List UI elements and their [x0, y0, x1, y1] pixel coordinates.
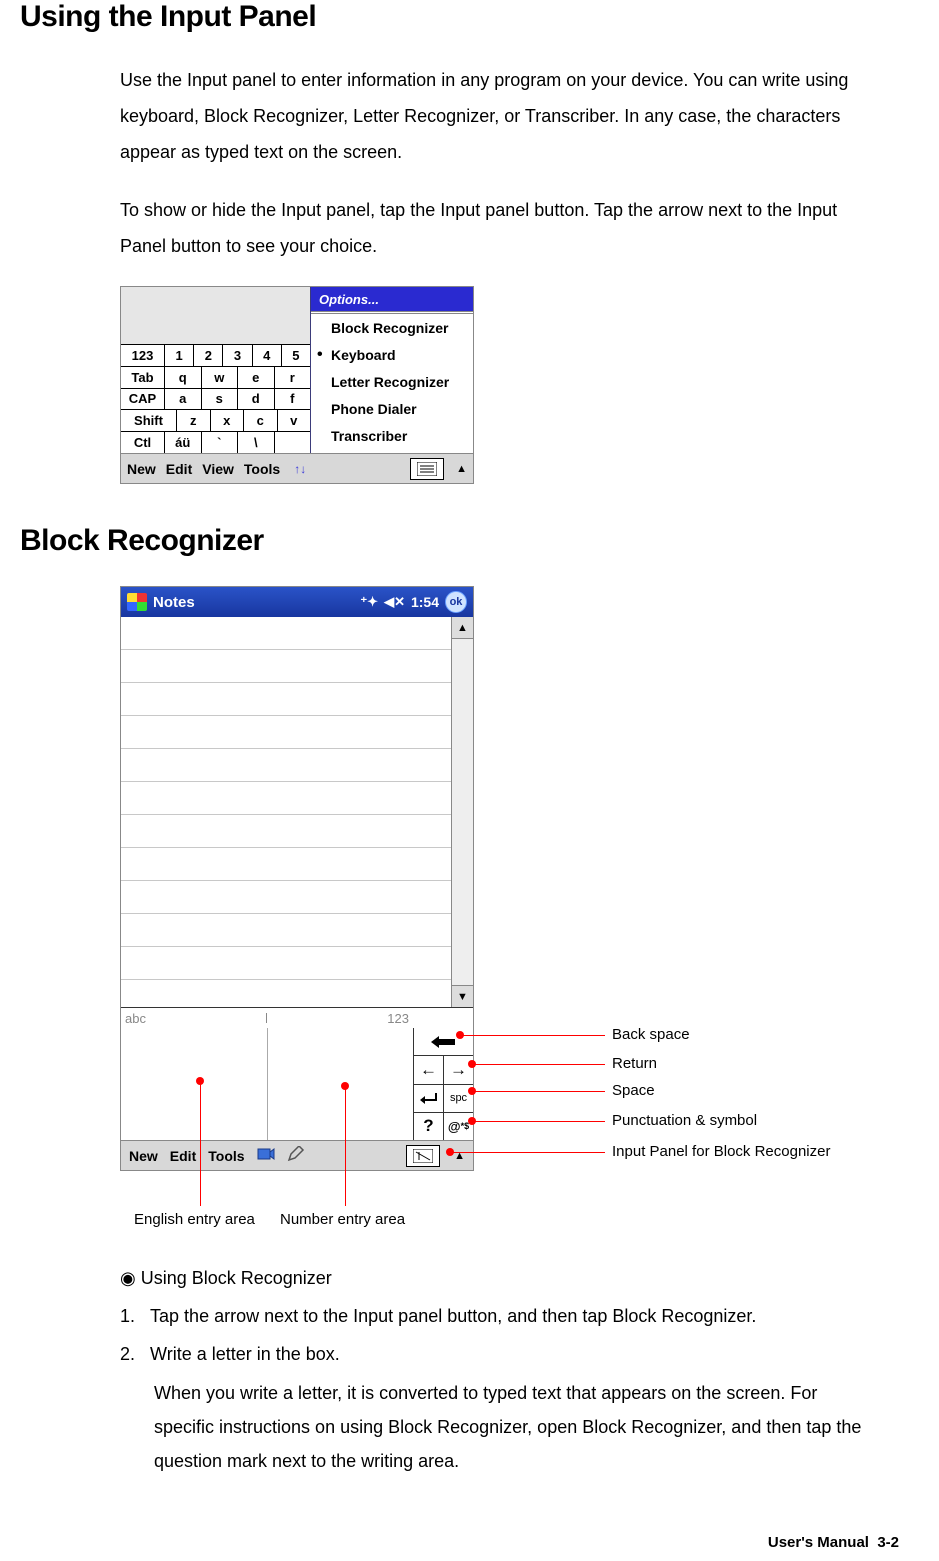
- kb-key-5[interactable]: 5: [282, 345, 310, 366]
- onscreen-keyboard[interactable]: 123 1 2 3 4 5 Tab q w e r: [121, 287, 311, 453]
- kb-key-4[interactable]: 4: [253, 345, 282, 366]
- kb-key-r[interactable]: r: [275, 367, 311, 388]
- kb-key-2[interactable]: 2: [194, 345, 223, 366]
- scroll-down-icon[interactable]: ▼: [452, 985, 473, 1007]
- usage-step-2-body: When you write a letter, it is converted…: [154, 1376, 879, 1479]
- kb-key-v[interactable]: v: [278, 410, 311, 431]
- abc-label: abc: [125, 1011, 146, 1026]
- callout-line: [460, 1035, 605, 1036]
- menu-options[interactable]: Options...: [311, 287, 473, 311]
- kb-key-ctl[interactable]: Ctl: [121, 432, 165, 453]
- screenshot-notes-block-recognizer: Notes ⁺✦ ◀✕ 1:54 ok ▲ ▼ abc 123: [120, 586, 474, 1171]
- page-footer: User's Manual 3-2: [0, 1508, 939, 1561]
- paragraph-show-hide: To show or hide the Input panel, tap the…: [120, 192, 879, 264]
- callout-punctuation: Punctuation & symbol: [612, 1112, 757, 1129]
- kb-key-shift[interactable]: Shift: [121, 410, 177, 431]
- kb-key-z[interactable]: z: [177, 410, 211, 431]
- callout-line: [200, 1081, 201, 1206]
- kb-key-tab[interactable]: Tab: [121, 367, 165, 388]
- scrollbar[interactable]: ▲ ▼: [451, 617, 473, 1007]
- kb-key-x[interactable]: x: [211, 410, 245, 431]
- toolbar-edit[interactable]: Edit: [170, 1148, 196, 1164]
- callout-line: [345, 1086, 346, 1206]
- callout-number-area: Number entry area: [280, 1211, 405, 1228]
- menu-item-keyboard[interactable]: Keyboard: [311, 341, 473, 368]
- screenshot-options-menu: 123 1 2 3 4 5 Tab q w e r: [120, 286, 474, 484]
- kb-key-s[interactable]: s: [202, 389, 239, 410]
- pen-icon[interactable]: [287, 1146, 305, 1165]
- kb-key-3[interactable]: 3: [223, 345, 252, 366]
- input-panel-button[interactable]: [406, 1145, 440, 1167]
- toolbar-tools[interactable]: Tools: [244, 461, 280, 477]
- menu-item-phone-dialer[interactable]: Phone Dialer: [311, 395, 473, 422]
- input-method-menu: Options... Block Recognizer Keyboard Let…: [311, 287, 473, 453]
- bottom-toolbar-notes: New Edit Tools ▲: [121, 1140, 473, 1170]
- menu-item-transcriber[interactable]: Transcriber: [311, 422, 473, 449]
- input-panel-button[interactable]: [410, 458, 444, 480]
- toolbar-edit[interactable]: Edit: [166, 461, 192, 477]
- note-writing-area[interactable]: [121, 617, 451, 1007]
- speaker-icon[interactable]: ◀✕: [384, 594, 405, 610]
- kb-key-empty[interactable]: [275, 432, 311, 453]
- callout-return: Return: [612, 1055, 657, 1072]
- usage-step-2: 2. Write a letter in the box.: [120, 1337, 879, 1371]
- callout-line: [472, 1091, 605, 1092]
- callout-line: [472, 1121, 605, 1122]
- input-panel-arrow[interactable]: ▲: [456, 463, 467, 475]
- usage-bullet: ◉ Using Block Recognizer: [120, 1261, 879, 1295]
- start-icon[interactable]: [127, 593, 147, 611]
- kb-key-q[interactable]: q: [165, 367, 202, 388]
- scroll-up-icon[interactable]: ▲: [452, 617, 473, 639]
- sync-icon[interactable]: ↑↓: [294, 462, 306, 476]
- heading-using-input-panel: Using the Input Panel: [20, 0, 899, 34]
- kb-key-d[interactable]: d: [238, 389, 275, 410]
- callout-space: Space: [612, 1082, 655, 1099]
- kb-key-backslash[interactable]: \: [238, 432, 275, 453]
- backspace-button[interactable]: [414, 1028, 473, 1055]
- english-entry-area[interactable]: [121, 1028, 268, 1140]
- heading-block-recognizer: Block Recognizer: [20, 524, 899, 558]
- kb-key-cap[interactable]: CAP: [121, 389, 165, 410]
- recognizer-entry-area[interactable]: [121, 1028, 413, 1140]
- kb-key-1[interactable]: 1: [165, 345, 194, 366]
- callout-backspace: Back space: [612, 1026, 690, 1043]
- record-icon[interactable]: [257, 1146, 275, 1165]
- callout-line: [472, 1064, 605, 1065]
- ok-button[interactable]: ok: [445, 591, 467, 613]
- 123-label: 123: [387, 1011, 409, 1026]
- app-title: Notes: [153, 594, 354, 611]
- clock[interactable]: 1:54: [411, 594, 439, 610]
- kb-key-f[interactable]: f: [275, 389, 311, 410]
- menu-item-letter-recognizer[interactable]: Letter Recognizer: [311, 368, 473, 395]
- kb-key-a[interactable]: a: [165, 389, 202, 410]
- callout-input-panel: Input Panel for Block Recognizer: [612, 1143, 830, 1160]
- kb-key-e[interactable]: e: [238, 367, 275, 388]
- paragraph-intro: Use the Input panel to enter information…: [120, 62, 879, 170]
- toolbar-tools[interactable]: Tools: [208, 1148, 244, 1164]
- kb-key-123[interactable]: 123: [121, 345, 165, 366]
- kb-key-c[interactable]: c: [244, 410, 278, 431]
- callout-line: [450, 1152, 605, 1153]
- kb-key-accent[interactable]: áü: [165, 432, 202, 453]
- help-button[interactable]: ?: [414, 1113, 444, 1140]
- titlebar: Notes ⁺✦ ◀✕ 1:54 ok: [121, 587, 473, 617]
- usage-step-1: 1. Tap the arrow next to the Input panel…: [120, 1299, 879, 1333]
- bottom-toolbar: New Edit View Tools ↑↓ ▲: [121, 453, 473, 483]
- kb-key-w[interactable]: w: [202, 367, 239, 388]
- cursor-left-button[interactable]: ←: [414, 1056, 444, 1083]
- connectivity-icon[interactable]: ⁺✦: [360, 594, 378, 610]
- toolbar-new[interactable]: New: [129, 1148, 158, 1164]
- toolbar-view[interactable]: View: [202, 461, 234, 477]
- kb-key-backtick[interactable]: `: [202, 432, 239, 453]
- return-button[interactable]: [414, 1085, 444, 1112]
- menu-item-block-recognizer[interactable]: Block Recognizer: [311, 314, 473, 341]
- callout-english-area: English entry area: [134, 1211, 255, 1228]
- toolbar-new[interactable]: New: [127, 461, 156, 477]
